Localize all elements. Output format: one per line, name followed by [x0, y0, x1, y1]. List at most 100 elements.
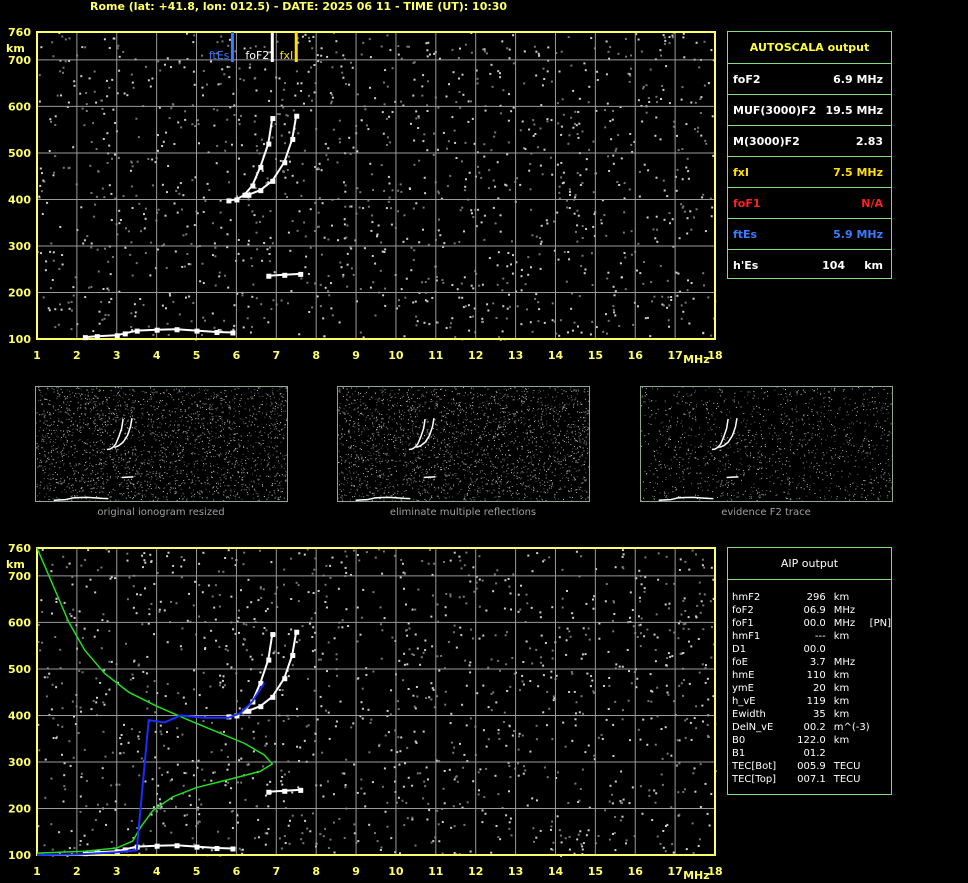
thumbnail-dot: [191, 432, 193, 434]
noise-dot: [316, 295, 319, 298]
thumbnail-dot: [50, 452, 52, 453]
thumbnail-dot: [205, 403, 207, 405]
noise-dot: [422, 797, 425, 800]
noise-dot: [503, 711, 506, 714]
thumbnail-dot: [223, 458, 225, 460]
noise-dot: [289, 819, 291, 822]
noise-dot: [202, 210, 205, 213]
thumbnail-dot: [111, 459, 113, 460]
thumbnail-dot: [72, 468, 73, 469]
noise-dot: [639, 785, 642, 788]
noise-dot: [574, 110, 577, 113]
noise-dot: [112, 37, 115, 40]
thumbnail-dot: [174, 408, 176, 409]
noise-dot: [478, 555, 481, 558]
noise-dot: [39, 649, 42, 652]
thumbnail-dot: [49, 425, 51, 427]
noise-dot: [308, 40, 311, 43]
thumbnail-dot: [173, 389, 175, 391]
noise-dot: [371, 173, 374, 176]
noise-dot: [580, 657, 583, 660]
thumbnail-dot: [75, 388, 77, 389]
noise-dot: [371, 214, 374, 217]
noise-dot: [619, 262, 622, 265]
noise-dot: [228, 66, 231, 69]
thumbnail-dot: [216, 407, 218, 409]
noise-dot: [331, 93, 334, 96]
thumbnail-dot: [138, 401, 140, 402]
noise-dot: [665, 664, 668, 667]
thumbnail-dot: [283, 434, 285, 436]
thumbnail-dot: [78, 431, 80, 432]
thumbnail-dot: [179, 459, 181, 461]
noise-dot: [158, 610, 161, 613]
noise-dot: [123, 92, 126, 95]
noise-dot: [676, 294, 679, 297]
noise-dot: [613, 613, 616, 615]
thumbnail-dot: [199, 438, 201, 440]
noise-dot: [344, 786, 347, 789]
noise-dot: [219, 82, 222, 85]
thumbnail-dot: [99, 428, 101, 430]
noise-dot: [264, 843, 267, 846]
thumbnail-dot: [50, 439, 52, 440]
noise-dot: [439, 234, 442, 237]
noise-dot: [241, 294, 244, 297]
noise-dot: [568, 134, 571, 137]
thumbnail-dot: [223, 467, 225, 469]
thumbnail-dot: [150, 396, 152, 398]
noise-dot: [629, 739, 631, 742]
noise-dot: [640, 617, 643, 620]
noise-dot: [44, 758, 47, 761]
thumbnail-dot: [259, 475, 261, 477]
thumbnail-dot: [190, 492, 192, 494]
noise-dot: [255, 231, 258, 234]
thumbnail-dot: [280, 422, 281, 424]
noise-dot: [381, 250, 384, 253]
thumbnail-dot: [226, 445, 228, 447]
thumbnail-dot: [86, 424, 88, 426]
thumbnail-dot: [82, 441, 84, 442]
thumbnail-dot: [255, 464, 257, 466]
noise-dot: [624, 256, 627, 259]
noise-dot: [622, 798, 625, 801]
noise-dot: [111, 751, 114, 754]
noise-dot: [107, 289, 110, 292]
trace-line: [268, 788, 301, 793]
thumbnail-dot: [127, 409, 129, 411]
thumbnail-dot: [120, 483, 122, 485]
thumbnail-dot: [89, 401, 91, 403]
noise-dot: [307, 70, 310, 73]
thumbnail-dot: [166, 473, 168, 474]
thumbnail-dot: [131, 409, 133, 411]
noise-dot: [183, 265, 186, 268]
thumbnail-dot: [117, 405, 119, 407]
thumbnail-dot: [217, 481, 219, 483]
thumbnail-dot: [100, 431, 101, 433]
noise-dot: [166, 322, 169, 325]
noise-dot: [561, 606, 564, 609]
thumbnail-dot: [235, 448, 237, 449]
thumbnail-dot: [39, 426, 41, 428]
noise-dot: [143, 227, 146, 230]
noise-dot: [89, 578, 92, 581]
noise-dot: [495, 701, 498, 704]
noise-dot: [135, 194, 138, 197]
thumbnail-dot: [61, 391, 63, 393]
noise-dot: [105, 823, 107, 826]
noise-dot: [241, 848, 244, 851]
noise-dot: [486, 52, 488, 55]
thumbnail-dot: [168, 393, 170, 394]
thumbnail-dot: [195, 418, 197, 420]
thumbnail-dot: [106, 463, 108, 465]
noise-dot: [53, 171, 55, 174]
noise-dot: [649, 335, 652, 338]
thumbnail-dot: [221, 420, 223, 422]
thumbnail-dot: [64, 479, 66, 481]
thumbnail-dot: [176, 437, 178, 438]
x-tick-label: 16: [628, 865, 644, 878]
noise-dot: [597, 736, 600, 739]
thumbnail-dot: [232, 474, 234, 476]
noise-dot: [416, 320, 419, 323]
noise-dot: [215, 639, 217, 642]
